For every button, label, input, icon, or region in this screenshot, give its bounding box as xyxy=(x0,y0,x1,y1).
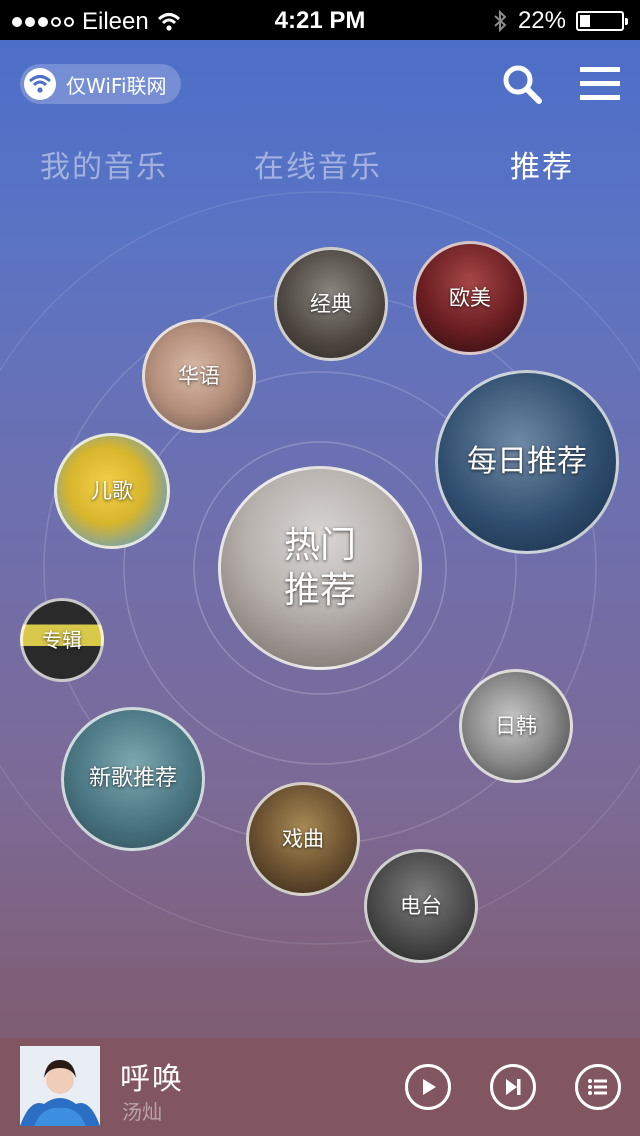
next-button[interactable] xyxy=(490,1064,536,1110)
category-label: 新歌推荐 xyxy=(88,766,177,792)
next-icon xyxy=(506,1079,521,1095)
play-icon xyxy=(423,1079,436,1095)
category-opera[interactable]: 戏曲 xyxy=(246,782,360,896)
category-chinese[interactable]: 华语 xyxy=(142,319,256,433)
playlist-button[interactable] xyxy=(575,1064,621,1110)
category-new-songs[interactable]: 新歌推荐 xyxy=(61,707,205,851)
category-label: 戏曲 xyxy=(282,826,324,851)
category-album[interactable]: 专辑 xyxy=(20,598,104,682)
category-western[interactable]: 欧美 xyxy=(413,241,527,355)
category-japan-korea[interactable]: 日韩 xyxy=(459,669,573,783)
category-label: 欧美 xyxy=(449,285,491,310)
category-label: 儿歌 xyxy=(91,478,133,503)
category-classic[interactable]: 经典 xyxy=(274,247,388,361)
song-title: 呼唤 xyxy=(120,1062,184,1097)
category-label: 专辑 xyxy=(42,627,82,652)
now-playing-bar[interactable]: 呼唤 汤灿 xyxy=(0,1038,640,1136)
playlist-icon xyxy=(588,1079,607,1095)
song-artist: 汤灿 xyxy=(122,1100,162,1124)
category-radio[interactable]: 电台 xyxy=(364,849,478,963)
category-kids-songs[interactable]: 儿歌 xyxy=(54,433,170,549)
category-label: 热门 推荐 xyxy=(283,525,356,611)
play-button[interactable] xyxy=(405,1064,451,1110)
category-hot-recommend[interactable]: 热门 推荐 xyxy=(218,466,422,670)
category-label: 华语 xyxy=(178,363,220,388)
category-label: 每日推荐 xyxy=(467,444,587,480)
category-label: 电台 xyxy=(400,893,442,918)
category-label: 经典 xyxy=(310,291,352,316)
category-daily-recommend[interactable]: 每日推荐 xyxy=(435,370,619,554)
album-cover[interactable] xyxy=(20,1046,100,1126)
category-label: 日韩 xyxy=(495,713,537,738)
